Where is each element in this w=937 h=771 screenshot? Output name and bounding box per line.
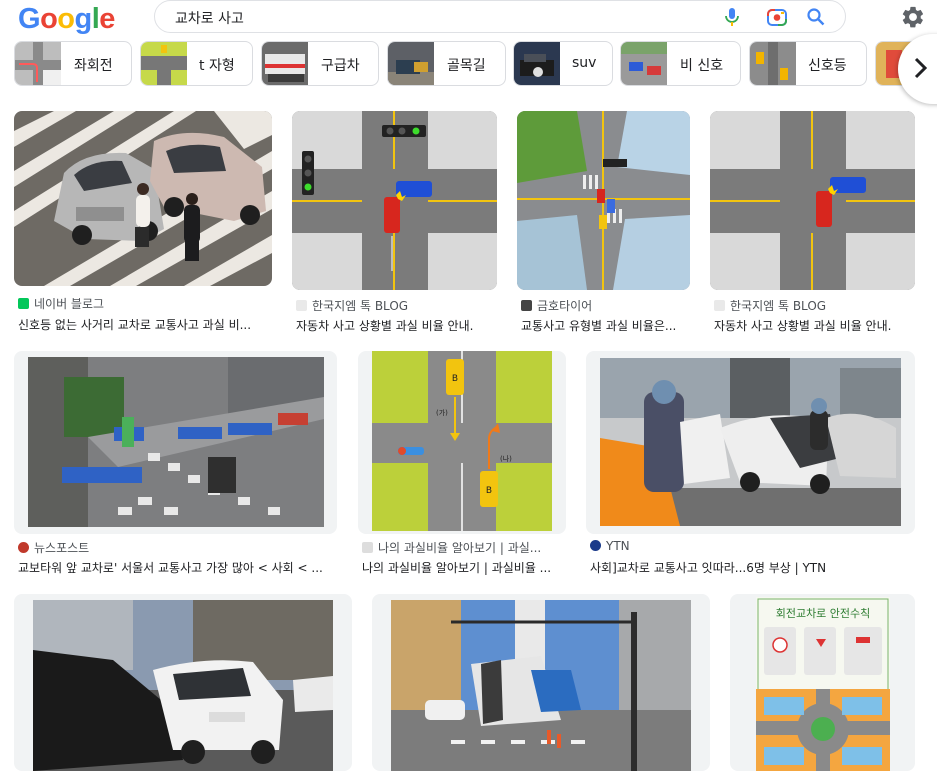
logo-letter: e <box>99 3 115 35</box>
chip-label: 좌회전 <box>74 58 113 74</box>
chip-alley[interactable]: 골목길 <box>387 41 506 86</box>
chip-label: 구급차 <box>321 58 360 74</box>
site-icon <box>714 300 725 311</box>
result-caption[interactable]: 교통사고 유형별 과실 비율은... <box>521 317 692 334</box>
result-source[interactable]: 네이버 블로그 <box>18 295 104 312</box>
svg-text:B: B <box>486 486 492 496</box>
result-source[interactable]: 뉴스포스트 <box>18 539 89 556</box>
site-icon <box>521 300 532 311</box>
result-caption[interactable]: 교보타워 앞 교차로' 서울서 교통사고 가장 많아 < 사회 < ... <box>18 559 336 576</box>
chip-label: 비 신호 <box>680 58 724 74</box>
svg-text:B: B <box>452 374 458 384</box>
svg-text:(나): (나) <box>500 454 512 463</box>
result-image[interactable]: 회전교차로 안전수칙 <box>756 597 890 771</box>
chip-thumbnail <box>141 42 187 85</box>
result-image[interactable] <box>33 600 333 771</box>
header: Google 교차로 사고 <box>0 0 937 40</box>
source-name: 나의 과실비율 알아보기 | 과실... <box>378 541 542 555</box>
result-image[interactable] <box>391 600 691 771</box>
google-logo[interactable]: Google <box>18 3 115 36</box>
chip-label: t 자형 <box>199 58 235 74</box>
newspost-icon <box>18 542 29 553</box>
poster-title: 회전교차로 안전수칙 <box>776 607 871 620</box>
result-source[interactable]: YTN <box>590 539 630 553</box>
source-name: 네이버 블로그 <box>34 297 105 311</box>
chip-thumbnail <box>15 42 61 85</box>
chip-thumbnail <box>621 42 667 85</box>
logo-letter: o <box>57 3 75 35</box>
naver-blog-icon <box>18 298 29 309</box>
source-name: 금호타이어 <box>537 299 593 313</box>
chip-suv[interactable]: suv <box>513 41 613 86</box>
chip-thumbnail <box>388 42 434 85</box>
chip-no-signal[interactable]: 비 신호 <box>620 41 741 86</box>
related-search-chips: 좌회전 t 자형 구급차 골목길 suv 비 신호 신호등 <box>0 41 937 87</box>
chip-label: 골목길 <box>447 58 486 74</box>
chip-thumbnail <box>262 42 308 85</box>
result-source[interactable]: 나의 과실비율 알아보기 | 과실... <box>362 539 541 556</box>
site-icon <box>296 300 307 311</box>
gear-icon[interactable] <box>900 4 926 30</box>
result-image[interactable] <box>517 111 690 290</box>
source-name: 뉴스포스트 <box>34 541 90 555</box>
camera-lens-icon[interactable] <box>766 7 788 27</box>
search-input[interactable]: 교차로 사고 <box>175 8 244 28</box>
result-image[interactable] <box>28 357 324 527</box>
chevron-right-icon <box>914 57 928 79</box>
logo-letter: g <box>74 3 93 35</box>
result-image[interactable]: B B (가) (나) <box>372 351 552 531</box>
source-name: 한국지엠 톡 BLOG <box>312 299 409 313</box>
chip-thumbnail <box>750 42 796 85</box>
result-source[interactable]: 한국지엠 톡 BLOG <box>296 297 408 314</box>
result-caption[interactable]: 신호등 없는 사거리 교차로 교통사고 과실 비... <box>18 316 274 333</box>
svg-text:(가): (가) <box>436 408 448 417</box>
chip-thumbnail <box>514 42 560 85</box>
source-name: 한국지엠 톡 BLOG <box>730 299 827 313</box>
source-name: YTN <box>606 539 630 553</box>
result-caption[interactable]: 자동차 사고 상황별 과실 비율 안내. <box>296 317 499 334</box>
result-source[interactable]: 한국지엠 톡 BLOG <box>714 297 826 314</box>
chip-traffic-light[interactable]: 신호등 <box>749 41 867 86</box>
result-image[interactable] <box>710 111 915 290</box>
result-image[interactable] <box>600 358 901 526</box>
search-box[interactable]: 교차로 사고 <box>154 0 846 33</box>
result-source[interactable]: 금호타이어 <box>521 297 592 314</box>
result-caption[interactable]: 나의 과실비율 알아보기 | 과실비율 ... <box>362 559 564 576</box>
ytn-icon <box>590 540 601 551</box>
chip-left-turn[interactable]: 좌회전 <box>14 41 132 86</box>
result-image[interactable] <box>14 111 272 286</box>
chip-ambulance[interactable]: 구급차 <box>261 41 379 86</box>
search-icon[interactable] <box>806 7 826 27</box>
chip-label: suv <box>572 55 597 71</box>
logo-letter: o <box>40 3 58 35</box>
chip-label: 신호등 <box>808 58 847 74</box>
microphone-icon[interactable] <box>723 7 741 27</box>
result-caption[interactable]: 사회]교차로 교통사고 잇따라...6명 부상 | YTN <box>590 559 900 576</box>
chip-t-junction[interactable]: t 자형 <box>140 41 253 86</box>
result-caption[interactable]: 자동차 사고 상황별 과실 비율 안내. <box>714 317 917 334</box>
result-image[interactable] <box>292 111 497 290</box>
logo-letter: G <box>18 3 41 35</box>
site-icon <box>362 542 373 553</box>
